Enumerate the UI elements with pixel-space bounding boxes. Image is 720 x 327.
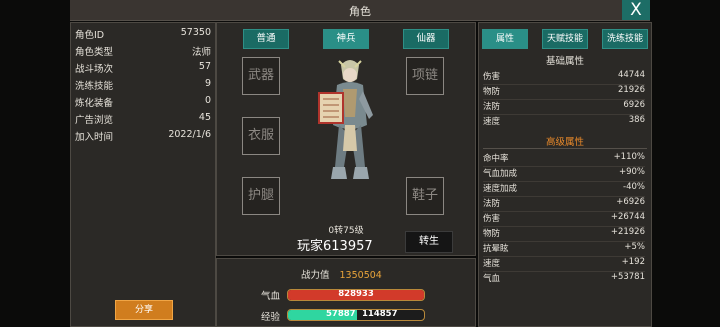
advanced-stat-row: 气血加成 +90% (483, 167, 645, 179)
leg-armor-slot[interactable]: 护腿 (242, 177, 280, 215)
info-row: 加入时间 2022/1/6 (75, 129, 211, 143)
advanced-stat-row: 物防 +21926 (483, 227, 645, 239)
advanced-stat-row: 气血 +53781 (483, 272, 645, 284)
tab-divine-weapon[interactable]: 神兵 (323, 29, 369, 49)
info-row: 洗练技能 9 (75, 78, 211, 92)
basic-stat-row: 物防 21926 (483, 85, 645, 97)
advanced-stat-row: 抗晕眩 +5% (483, 242, 645, 254)
status-panel: 战力值 1350504 气血 828933 经验 57887 114857 (216, 258, 476, 327)
info-row: 角色类型 法师 (75, 47, 211, 58)
exp-label: 经验 (261, 312, 281, 323)
info-row: 炼化装备 0 (75, 95, 211, 109)
basic-stat-row: 速度 386 (483, 115, 645, 127)
advanced-stat-row: 速度加成 -40% (483, 182, 645, 194)
basic-stat-row: 伤害 44744 (483, 70, 645, 82)
tab-attributes[interactable]: 属性 (482, 29, 528, 49)
exp-bar: 57887 114857 (287, 309, 425, 321)
basic-stat-row: 法防 6926 (483, 100, 645, 112)
role-info-panel: 角色ID 57350 角色类型 法师 战斗场次 57 洗练技能 9 炼化装备 0 广告浏览… (70, 22, 216, 327)
close-button[interactable]: X (622, 0, 650, 20)
tab-immortal-artifact[interactable]: 仙器 (403, 29, 449, 49)
weapon-slot[interactable]: 武器 (242, 57, 280, 95)
shoes-slot[interactable]: 鞋子 (406, 177, 444, 215)
rebirth-button[interactable]: 转生 (405, 231, 453, 253)
share-button[interactable]: 分享 (115, 300, 173, 320)
player-name: 玩家613957 (297, 239, 373, 254)
hp-value: 828933 (338, 289, 374, 299)
advanced-stat-row: 法防 +6926 (483, 197, 645, 209)
attributes-panel: 属性 天赋技能 洗练技能 基础属性 伤害 44744 物防 21926 法防 6926… (478, 22, 652, 327)
exp-max: 114857 (362, 309, 398, 319)
equipment-panel: 普通 神兵 仙器 武器 衣服 护腿 项链 鞋子 0转75级 玩家613957 转… (216, 22, 476, 256)
advanced-stat-row: 速度 +192 (483, 257, 645, 269)
power-value: 1350504 (339, 270, 382, 281)
hp-label: 气血 (261, 291, 281, 302)
info-row: 角色ID 57350 (75, 27, 211, 41)
title-bar: 角色 (70, 0, 650, 21)
power-label: 战力值 (301, 270, 330, 281)
power-display: 战力值 1350504 (301, 267, 382, 281)
advanced-stat-row: 伤害 +26744 (483, 212, 645, 224)
tab-refine-skills[interactable]: 洗练技能 (602, 29, 648, 49)
character-figure (318, 60, 373, 179)
exp-current: 57887 (326, 309, 356, 319)
necklace-slot[interactable]: 项链 (406, 57, 444, 95)
tab-talent-skills[interactable]: 天赋技能 (542, 29, 588, 49)
advanced-stat-row: 命中率 +110% (483, 152, 645, 164)
info-row: 战斗场次 57 (75, 61, 211, 75)
armor-slot[interactable]: 衣服 (242, 117, 280, 155)
tab-normal[interactable]: 普通 (243, 29, 289, 49)
window-title: 角色 (349, 5, 371, 18)
hp-bar: 828933 (287, 289, 425, 301)
divider (483, 148, 647, 149)
info-row: 广告浏览 45 (75, 112, 211, 126)
advanced-attributes-title: 高级属性 (545, 137, 584, 148)
basic-attributes-title: 基础属性 (545, 56, 584, 67)
